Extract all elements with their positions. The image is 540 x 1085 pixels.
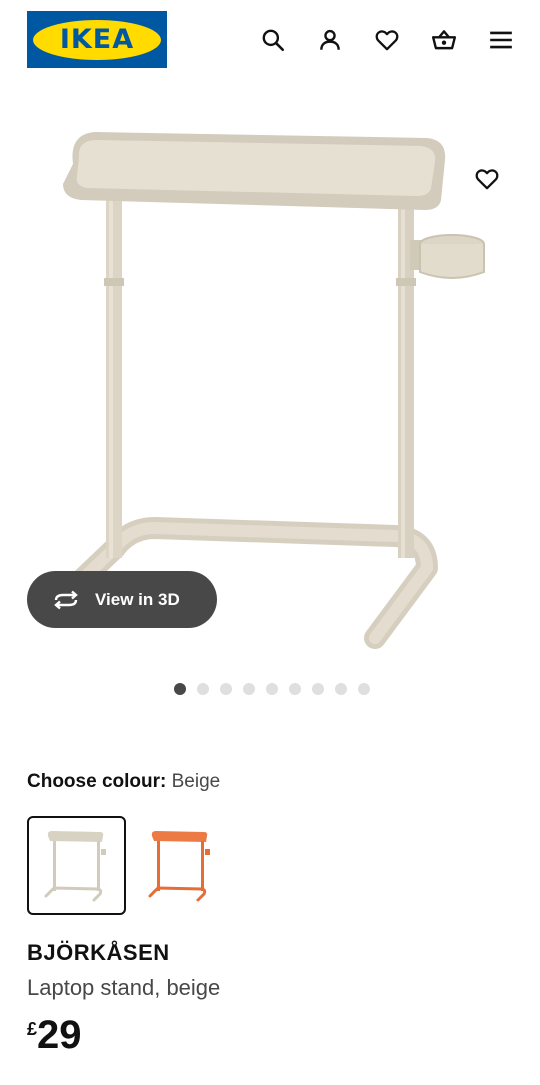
carousel-dot[interactable] bbox=[335, 683, 347, 695]
view-in-3d-label: View in 3D bbox=[95, 589, 180, 609]
header: IKEA bbox=[0, 0, 540, 80]
carousel-dot[interactable] bbox=[174, 683, 186, 695]
product-name[interactable]: BJÖRKÅSEN bbox=[27, 940, 170, 966]
selected-colour: Beige bbox=[171, 771, 221, 792]
product-description: Laptop stand, beige bbox=[27, 975, 221, 1000]
favourites-button[interactable] bbox=[371, 24, 403, 56]
rotate-3d-icon bbox=[54, 590, 78, 609]
add-to-favourites-button[interactable] bbox=[470, 162, 504, 196]
profile-button[interactable] bbox=[314, 24, 346, 56]
user-icon bbox=[320, 29, 340, 50]
logo-text: IKEA bbox=[59, 24, 135, 55]
colour-option-orange[interactable] bbox=[131, 816, 230, 915]
carousel-dot[interactable] bbox=[312, 683, 324, 695]
colour-label: Choose colour: bbox=[27, 771, 167, 792]
ikea-logo[interactable]: IKEA bbox=[27, 11, 167, 68]
colour-option-beige[interactable] bbox=[27, 816, 126, 915]
search-icon bbox=[262, 29, 285, 52]
heart-icon bbox=[375, 30, 399, 51]
basket-icon bbox=[431, 30, 457, 50]
carousel-dot[interactable] bbox=[358, 683, 370, 695]
basket-button[interactable] bbox=[428, 24, 460, 56]
carousel-dot[interactable] bbox=[289, 683, 301, 695]
price-currency: £ bbox=[27, 1019, 38, 1039]
heart-icon bbox=[475, 169, 499, 190]
orange-variant-thumbnail bbox=[148, 831, 210, 902]
menu-icon bbox=[490, 31, 512, 49]
carousel-dots bbox=[174, 683, 370, 695]
view-in-3d-button[interactable]: View in 3D bbox=[27, 571, 217, 628]
product-price: £ 29 bbox=[27, 1015, 82, 1055]
carousel-dot[interactable] bbox=[220, 683, 232, 695]
carousel-dot[interactable] bbox=[243, 683, 255, 695]
search-button[interactable] bbox=[257, 24, 289, 56]
price-amount: 29 bbox=[37, 1013, 82, 1057]
logo-oval: IKEA bbox=[33, 19, 161, 60]
beige-variant-thumbnail bbox=[44, 831, 106, 902]
menu-button[interactable] bbox=[485, 24, 517, 56]
carousel-dot[interactable] bbox=[197, 683, 209, 695]
carousel-dot[interactable] bbox=[266, 683, 278, 695]
colour-chooser-label: Choose colour: Beige bbox=[27, 771, 220, 793]
